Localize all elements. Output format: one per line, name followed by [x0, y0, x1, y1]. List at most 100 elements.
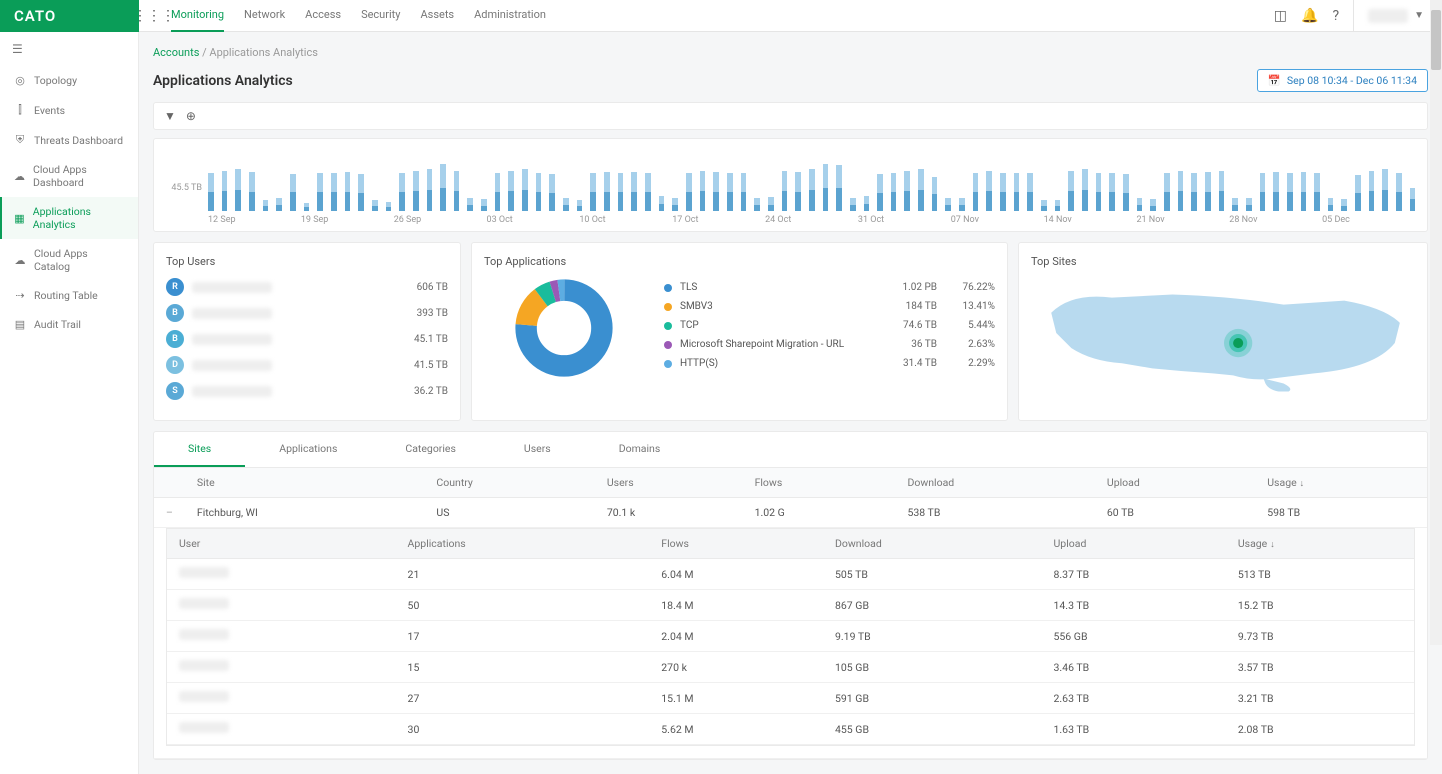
- vertical-scrollbar[interactable]: [1430, 0, 1442, 645]
- timeline-bar[interactable]: [440, 163, 446, 211]
- sites-col-expand[interactable]: [154, 468, 185, 498]
- filter-icon[interactable]: ▼: [164, 109, 176, 123]
- timeline-bar[interactable]: [304, 163, 310, 211]
- users-col-upload[interactable]: Upload: [1042, 529, 1226, 559]
- timeline-bar[interactable]: [1273, 163, 1279, 211]
- top-user-row[interactable]: R606 TB: [166, 278, 448, 296]
- timeline-bar[interactable]: [331, 163, 337, 211]
- timeline-bar[interactable]: [850, 163, 856, 211]
- app-legend-row[interactable]: TLS1.02 PB76.22%: [664, 278, 995, 297]
- users-col-usage[interactable]: Usage↓: [1226, 529, 1414, 559]
- timeline-bar[interactable]: [1191, 163, 1197, 211]
- data-tab-applications[interactable]: Applications: [245, 432, 371, 467]
- timeline-bar[interactable]: [413, 163, 419, 211]
- top-user-row[interactable]: B45.1 TB: [166, 330, 448, 348]
- timeline-bar[interactable]: [399, 163, 405, 211]
- nav-access[interactable]: Access: [305, 0, 341, 32]
- top-user-row[interactable]: S36.2 TB: [166, 382, 448, 400]
- timeline-bar[interactable]: [1082, 163, 1088, 211]
- timeline-bar[interactable]: [522, 163, 528, 211]
- breadcrumb-root[interactable]: Accounts: [153, 46, 199, 59]
- data-tab-users[interactable]: Users: [490, 432, 585, 467]
- timeline-bar[interactable]: [481, 163, 487, 211]
- timeline-bar[interactable]: [549, 163, 555, 211]
- timeline-bar[interactable]: [249, 163, 255, 211]
- user-detail-row[interactable]: 5018.4 M867 GB14.3 TB15.2 TB: [167, 590, 1414, 621]
- site-marker[interactable]: [1233, 338, 1243, 348]
- timeline-bar[interactable]: [290, 163, 296, 211]
- timeline-bar[interactable]: [1260, 163, 1266, 211]
- timeline-bar[interactable]: [495, 163, 501, 211]
- data-tab-sites[interactable]: Sites: [154, 432, 245, 467]
- app-legend-row[interactable]: SMBV3184 TB13.41%: [664, 297, 995, 316]
- apps-grid-icon[interactable]: ⋮⋮⋮: [139, 8, 169, 24]
- timeline-bar[interactable]: [577, 163, 583, 211]
- timeline-bar[interactable]: [386, 163, 392, 211]
- app-legend-row[interactable]: Microsoft Sharepoint Migration - URL36 T…: [664, 335, 995, 354]
- add-filter-icon[interactable]: ⊕: [186, 109, 196, 123]
- date-range-button[interactable]: 📅 Sep 08 10:34 - Dec 06 11:34: [1257, 69, 1428, 92]
- users-col-flows[interactable]: Flows: [649, 529, 823, 559]
- brand-logo[interactable]: CATO: [0, 0, 139, 32]
- user-detail-row[interactable]: 172.04 M9.19 TB556 GB9.73 TB: [167, 621, 1414, 652]
- timeline-bar[interactable]: [563, 163, 569, 211]
- top-user-row[interactable]: D41.5 TB: [166, 356, 448, 374]
- timeline-bar[interactable]: [263, 163, 269, 211]
- timeline-bar[interactable]: [891, 163, 897, 211]
- timeline-bar[interactable]: [727, 163, 733, 211]
- users-col-download[interactable]: Download: [823, 529, 1042, 559]
- sidebar-item-topology[interactable]: ◎Topology: [0, 66, 138, 95]
- timeline-bar[interactable]: [1027, 163, 1033, 211]
- users-col-applications[interactable]: Applications: [396, 529, 650, 559]
- timeline-bar[interactable]: [1150, 163, 1156, 211]
- timeline-bars[interactable]: [208, 163, 1415, 211]
- timeline-bar[interactable]: [823, 163, 829, 211]
- app-legend-row[interactable]: TCP74.6 TB5.44%: [664, 316, 995, 335]
- timeline-bar[interactable]: [809, 163, 815, 211]
- timeline-bar[interactable]: [1178, 163, 1184, 211]
- nav-assets[interactable]: Assets: [420, 0, 454, 32]
- timeline-bar[interactable]: [536, 163, 542, 211]
- timeline-bar[interactable]: [358, 163, 364, 211]
- sites-col-users[interactable]: Users: [595, 468, 743, 498]
- user-detail-row[interactable]: 2715.1 M591 GB2.63 TB3.21 TB: [167, 683, 1414, 714]
- timeline-bar[interactable]: [877, 163, 883, 211]
- timeline-bar[interactable]: [1369, 163, 1375, 211]
- timeline-bar[interactable]: [508, 163, 514, 211]
- timeline-bar[interactable]: [1000, 163, 1006, 211]
- sidebar-item-routing-table[interactable]: ⇢Routing Table: [0, 281, 138, 310]
- timeline-bar[interactable]: [1205, 163, 1211, 211]
- timeline-bar[interactable]: [1246, 163, 1252, 211]
- data-tab-domains[interactable]: Domains: [585, 432, 695, 467]
- timeline-bar[interactable]: [1341, 163, 1347, 211]
- timeline-bar[interactable]: [918, 163, 924, 211]
- timeline-bar[interactable]: [276, 163, 282, 211]
- timeline-bar[interactable]: [672, 163, 678, 211]
- sites-map[interactable]: [1031, 278, 1415, 398]
- timeline-bar[interactable]: [973, 163, 979, 211]
- timeline-bar[interactable]: [768, 163, 774, 211]
- timeline-bar[interactable]: [959, 163, 965, 211]
- sidebar-item-cloud-apps-catalog[interactable]: ☁Cloud Apps Catalog: [0, 239, 138, 281]
- sites-col-site[interactable]: Site: [185, 468, 425, 498]
- timeline-bar[interactable]: [1123, 163, 1129, 211]
- nav-security[interactable]: Security: [361, 0, 400, 32]
- timeline-bar[interactable]: [1301, 163, 1307, 211]
- nav-administration[interactable]: Administration: [474, 0, 546, 32]
- user-detail-row[interactable]: 15270 k105 GB3.46 TB3.57 TB: [167, 652, 1414, 683]
- timeline-bar[interactable]: [222, 163, 228, 211]
- sidebar-item-cloud-apps-dashboard[interactable]: ☁Cloud Apps Dashboard: [0, 155, 138, 197]
- sidebar-item-threats-dashboard[interactable]: ⛨Threats Dashboard: [0, 125, 138, 155]
- donut-chart[interactable]: [484, 278, 644, 378]
- timeline-bar[interactable]: [686, 163, 692, 211]
- help-icon[interactable]: ?: [1332, 8, 1339, 24]
- timeline-bar[interactable]: [1396, 163, 1402, 211]
- timeline-bar[interactable]: [864, 163, 870, 211]
- timeline-bar[interactable]: [1314, 163, 1320, 211]
- timeline-bar[interactable]: [427, 163, 433, 211]
- expand-toggle-icon[interactable]: –: [154, 498, 185, 528]
- timeline-bar[interactable]: [1328, 163, 1334, 211]
- bell-icon[interactable]: 🔔: [1301, 8, 1318, 24]
- nav-network[interactable]: Network: [244, 0, 285, 32]
- site-row[interactable]: – Fitchburg, WI US 70.1 k 1.02 G 538 TB …: [154, 498, 1427, 528]
